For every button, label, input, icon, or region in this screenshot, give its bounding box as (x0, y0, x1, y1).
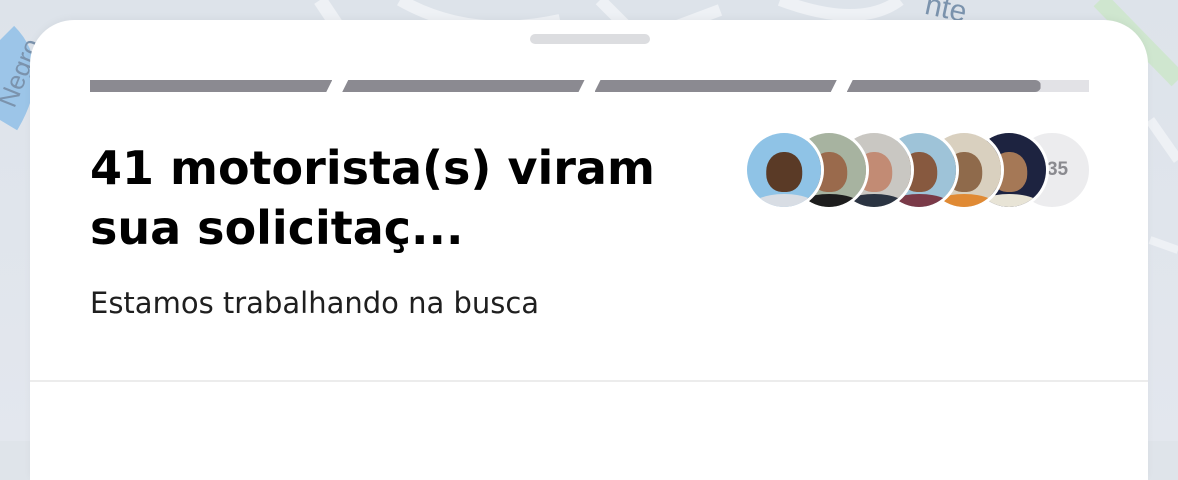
sheet-grabber-handle[interactable] (530, 34, 650, 44)
progress-segment-fill (595, 80, 837, 92)
searching-status-text: Estamos trabalhando na busca (90, 286, 540, 320)
progress-segment-fill (90, 80, 332, 92)
driver-avatar-1 (744, 130, 824, 210)
search-progress-bar (90, 80, 1089, 92)
progress-segment-fill (846, 80, 1041, 92)
section-divider (30, 380, 1148, 382)
progress-segment-fill (342, 80, 584, 92)
bottom-sheet: 41 motorista(s) viram sua solicitaç... E… (30, 20, 1148, 480)
drivers-seen-headline: 41 motorista(s) viram sua solicitaç... (90, 141, 655, 255)
